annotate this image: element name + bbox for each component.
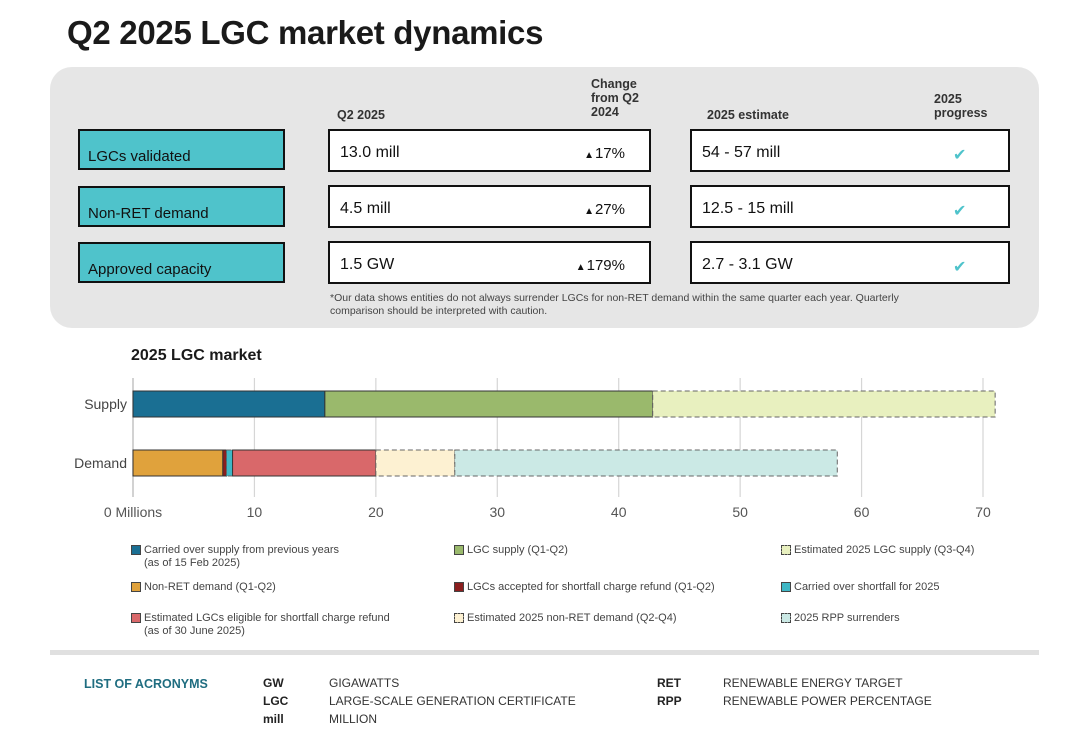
checkmark-icon: ✔ xyxy=(953,259,967,276)
legend-item: Carried over supply from previous years(… xyxy=(131,544,339,570)
bar-segment xyxy=(222,449,228,477)
change-value: ▲179% xyxy=(575,257,625,274)
legend-item: Non-RET demand (Q1-Q2) xyxy=(131,581,276,594)
legend-swatch xyxy=(131,613,141,623)
row-label-non-ret-demand: Non-RET demand xyxy=(78,186,285,227)
legend-label: Carried over shortfall for 2025 xyxy=(794,581,940,593)
bar-segment xyxy=(132,449,224,477)
chart-title: 2025 LGC market xyxy=(131,347,262,364)
legend-label: Estimated 2025 LGC supply (Q3-Q4) xyxy=(794,544,975,556)
q2-value-box: 13.0 mill ▲17% xyxy=(328,129,651,172)
legend-label-line2: (as of 15 Feb 2025) xyxy=(144,557,241,569)
legend-item: Estimated 2025 non-RET demand (Q2-Q4) xyxy=(454,612,677,625)
x-tick-label: 70 xyxy=(975,504,991,520)
acronym-full: RENEWABLE ENERGY TARGET xyxy=(723,676,903,690)
header-q2: Q2 2025 xyxy=(337,108,385,122)
checkmark-icon: ✔ xyxy=(953,203,967,220)
acronym-full: RENEWABLE POWER PERCENTAGE xyxy=(723,694,932,708)
q2-value: 4.5 mill xyxy=(340,200,391,217)
x-tick-label: 40 xyxy=(611,504,627,520)
up-arrow-icon: ▲ xyxy=(584,206,594,217)
acronyms-title: LIST OF ACRONYMS xyxy=(84,677,208,691)
legend-label: Non-RET demand (Q1-Q2) xyxy=(144,581,276,593)
estimate-value: 12.5 - 15 mill xyxy=(702,200,794,217)
x-tick-label: 50 xyxy=(732,504,748,520)
legend-label: LGC supply (Q1-Q2) xyxy=(467,544,568,556)
acronym-abbr: RET xyxy=(657,676,681,690)
change-value: ▲17% xyxy=(584,145,625,162)
acronym-full: MILLION xyxy=(329,712,378,726)
estimate-box: 54 - 57 mill ✔ xyxy=(690,129,1010,172)
acronym-abbr: LGC xyxy=(263,694,289,708)
category-label: Supply xyxy=(84,396,127,412)
estimate-box: 12.5 - 15 mill ✔ xyxy=(690,185,1010,228)
x-tick-label: 20 xyxy=(368,504,384,520)
page-title: Q2 2025 LGC market dynamics xyxy=(67,14,544,51)
section-divider xyxy=(50,650,1039,655)
q2-value: 13.0 mill xyxy=(340,144,400,161)
header-change: Change from Q2 2024 xyxy=(591,77,639,119)
estimate-value: 54 - 57 mill xyxy=(702,144,781,161)
legend-item: Carried over shortfall for 2025 xyxy=(781,581,940,594)
x-tick-label: 0 Millions xyxy=(104,504,162,520)
bar-segment xyxy=(454,449,838,477)
q2-value: 1.5 GW xyxy=(340,256,395,273)
x-tick-label: 10 xyxy=(247,504,263,520)
up-arrow-icon: ▲ xyxy=(575,262,586,273)
legend-label: LGCs accepted for shortfall charge refun… xyxy=(467,581,715,593)
bar-segment xyxy=(375,449,456,477)
row-label-lgcs-validated: LGCs validated xyxy=(78,129,285,170)
lgc-market-chart: 0 Millions 10 20 30 40 50 60 70 Supply Demand xyxy=(74,378,996,520)
bar-segment xyxy=(652,390,996,418)
acronym-full: LARGE-SCALE GENERATION CERTIFICATE xyxy=(329,694,576,708)
legend-swatch xyxy=(454,582,464,592)
legend-swatch xyxy=(131,545,141,555)
estimate-box: 2.7 - 3.1 GW ✔ xyxy=(690,241,1010,284)
legend-item: Estimated 2025 LGC supply (Q3-Q4) xyxy=(781,544,974,557)
acronym-full: GIGAWATTS xyxy=(329,676,400,690)
legend-label: Carried over supply from previous years xyxy=(144,544,340,556)
legend-swatch xyxy=(781,613,791,623)
legend-item: Estimated LGCs eligible for shortfall ch… xyxy=(131,612,390,638)
x-tick-label: 30 xyxy=(489,504,505,520)
q2-value-box: 4.5 mill ▲27% xyxy=(328,185,651,228)
legend-item: 2025 RPP surrenders xyxy=(781,612,900,625)
category-label: Demand xyxy=(74,455,127,471)
bar-segment xyxy=(132,390,326,418)
legend-swatch xyxy=(131,582,141,592)
bar-segment xyxy=(324,390,654,418)
legend-label: Estimated LGCs eligible for shortfall ch… xyxy=(144,612,390,624)
footnote: *Our data shows entities do not always s… xyxy=(330,292,899,317)
legend-label: 2025 RPP surrenders xyxy=(794,612,900,624)
legend-label-line2: (as of 30 June 2025) xyxy=(144,625,245,637)
bar-segment xyxy=(232,449,377,477)
up-arrow-icon: ▲ xyxy=(584,150,594,161)
header-estimate: 2025 estimate xyxy=(707,108,790,122)
legend-swatch xyxy=(454,545,464,555)
checkmark-icon: ✔ xyxy=(953,147,967,164)
q2-value-box: 1.5 GW ▲179% xyxy=(328,241,651,284)
legend-item: LGC supply (Q1-Q2) xyxy=(454,544,568,557)
x-tick-label: 60 xyxy=(854,504,870,520)
legend-swatch xyxy=(781,545,791,555)
legend-swatch xyxy=(781,582,791,592)
legend-item: LGCs accepted for shortfall charge refun… xyxy=(454,581,715,594)
legend-label: Estimated 2025 non-RET demand (Q2-Q4) xyxy=(467,612,677,624)
acronym-abbr: mill xyxy=(263,712,284,726)
legend-swatch xyxy=(454,613,464,623)
estimate-value: 2.7 - 3.1 GW xyxy=(702,256,793,273)
bar-segment xyxy=(226,449,234,477)
acronym-abbr: RPP xyxy=(657,694,682,708)
row-label-approved-capacity: Approved capacity xyxy=(78,242,285,283)
change-value: ▲27% xyxy=(584,201,625,218)
header-progress: 2025 progress xyxy=(934,92,988,120)
acronym-abbr: GW xyxy=(263,676,284,690)
